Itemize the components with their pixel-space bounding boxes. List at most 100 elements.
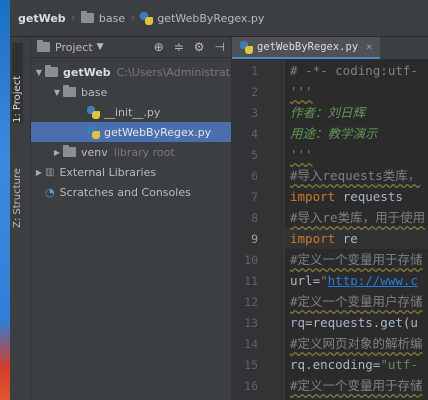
tree-item-annotation: library root (113, 145, 175, 159)
code-line: #导入re类库，用于使用 (290, 207, 425, 228)
project-panel-title[interactable]: Project (55, 41, 93, 54)
editor-tab-bar: getWebByRegex.py × (232, 37, 428, 59)
python-file-icon (140, 11, 154, 25)
keyword-token: import (290, 231, 343, 246)
project-icon (37, 40, 50, 52)
code-line: 作者：刘日辉 (290, 102, 365, 123)
navigation-bar: getWeb › base › getWebByRegex.py (10, 0, 428, 37)
line-number: 7 (251, 190, 258, 204)
line-number: 9 (251, 232, 258, 246)
python-file-icon (87, 125, 100, 139)
code-line: #定义一个变量用户存储 (290, 291, 423, 312)
code-area[interactable]: 1 2 3 4 5 6 7 8 9 10 11 12 13 14 15 16 # -*- coding:utf… (232, 60, 428, 400)
tree-item-scratches[interactable]: ◔ Scratches and Consoles (31, 182, 231, 202)
library-icon: ▥ (45, 166, 55, 178)
locate-icon[interactable]: ⊕ (154, 40, 164, 54)
tree-item-label: getWebByRegex.py (104, 125, 212, 139)
line-number: 3 (251, 106, 258, 120)
comment-token: #导入requests类库， (290, 168, 421, 183)
comment-token: #定义一个变量用于存储 (290, 252, 423, 267)
url-token[interactable]: http://www.c (328, 273, 418, 288)
code-line: ''' (290, 81, 313, 102)
tree-item-venv[interactable]: ▶ venv library root (31, 142, 231, 162)
line-number-gutter: 1 2 3 4 5 6 7 8 9 10 11 12 13 14 15 16 (232, 60, 285, 400)
editor-tab-label: getWebByRegex.py (257, 41, 359, 53)
tree-item-label: Scratches and Consoles (59, 185, 191, 199)
chevron-right-icon[interactable]: ▶ (33, 168, 45, 177)
chevron-down-icon[interactable]: ▼ (97, 42, 104, 52)
collapse-all-icon[interactable]: ≑ (174, 40, 184, 54)
line-number: 15 (244, 358, 258, 372)
identifier-token: rq.encoding= (290, 357, 381, 372)
breadcrumb-file[interactable]: getWebByRegex.py (157, 12, 264, 25)
code-line: # -*- coding:utf- (290, 60, 418, 81)
tree-item-base[interactable]: ▼ base (31, 82, 231, 102)
code-line: #定义一个变量用于存储 (290, 375, 423, 396)
line-number: 6 (251, 169, 258, 183)
project-panel-header: Project ▼ ⊕ ≑ ⚙ ⊣ (31, 37, 231, 58)
line-number: 2 (251, 85, 258, 99)
comment-token: #定义一个变量用户存储 (290, 294, 423, 309)
code-line: #导入requests类库， (290, 165, 420, 186)
chevron-right-icon[interactable]: ▶ (51, 148, 63, 157)
editor-tab[interactable]: getWebByRegex.py × (232, 37, 381, 59)
folder-icon (80, 11, 94, 23)
docstring-token: ''' (290, 84, 313, 99)
line-number: 11 (244, 274, 258, 288)
line-number: 16 (244, 379, 258, 393)
identifier-token: re (342, 231, 358, 246)
chevron-down-icon[interactable]: ▼ (33, 68, 45, 77)
project-tree: ▼ getWeb C:\Users\Administrat ▼ base __i… (31, 62, 231, 202)
scratches-icon: ◔ (45, 185, 55, 199)
docstring-token: 作者：刘日辉 (290, 105, 366, 120)
code-line: 用途：教学演示 (290, 123, 378, 144)
gear-icon[interactable]: ⚙ (194, 40, 205, 54)
tree-item-getwebbyregex[interactable]: getWebByRegex.py (31, 122, 231, 142)
code-editor: getWebByRegex.py × 1 2 3 4 5 6 7 8 9 10 11 12 13 14 15… (231, 37, 428, 400)
folder-icon (45, 65, 58, 77)
python-file-icon (240, 40, 253, 54)
breadcrumb-separator: › (130, 10, 136, 26)
tree-item-init[interactable]: __init__.py (31, 102, 231, 122)
line-number: 5 (251, 148, 258, 162)
line-number: 10 (244, 253, 258, 267)
code-line: ''' (290, 144, 313, 165)
code-line: #定义网页对象的解析编 (290, 333, 423, 354)
docstring-token: ''' (290, 147, 313, 162)
tree-item-getweb[interactable]: ▼ getWeb C:\Users\Administrat (31, 62, 231, 82)
tree-item-external-libraries[interactable]: ▶ ▥ External Libraries (31, 162, 231, 182)
tree-item-label: getWeb (63, 65, 111, 79)
hide-icon[interactable]: ⊣ (215, 40, 225, 54)
python-file-icon (87, 105, 100, 119)
string-token: "utf- (380, 357, 418, 372)
code-line: url="http://www.c (290, 270, 418, 291)
tab-project[interactable]: 1: Project (12, 43, 23, 123)
line-number: 13 (244, 316, 258, 330)
code-line: rq=requests.get(u (290, 312, 418, 333)
comment-token: #导入re类库，用于使用 (290, 210, 426, 225)
identifier-token: url= (290, 273, 321, 288)
line-number: 12 (244, 295, 258, 309)
line-number: 8 (251, 211, 258, 225)
tree-item-label: venv (81, 145, 108, 159)
code-token: rq=requests.get(u (290, 315, 418, 330)
line-number: 14 (244, 337, 258, 351)
code-line: import requests (290, 186, 403, 207)
breadcrumb-separator: › (70, 10, 76, 26)
breadcrumb-project[interactable]: getWeb (18, 12, 66, 25)
code-line: import re (290, 228, 358, 249)
close-icon[interactable]: × (366, 41, 372, 53)
tree-item-label: External Libraries (59, 165, 157, 179)
comment-token: #定义网页对象的解析编 (290, 336, 423, 351)
project-panel: Project ▼ ⊕ ≑ ⚙ ⊣ ▼ getWeb C:\Users\Admi… (31, 37, 231, 400)
comment-token: #定义一个变量用于存储 (290, 378, 423, 393)
chevron-down-icon[interactable]: ▼ (51, 88, 63, 97)
keyword-token: import (290, 189, 343, 204)
breadcrumb: getWeb › base › getWebByRegex.py (18, 11, 264, 26)
code-line: rq.encoding="utf- (290, 354, 418, 375)
breadcrumb-folder[interactable]: base (99, 12, 125, 25)
tool-window-side-bar: 1: Project Z: Structure (10, 37, 31, 400)
tab-structure[interactable]: Z: Structure (12, 143, 23, 228)
tree-item-label: __init__.py (104, 105, 161, 119)
tree-item-label: base (81, 85, 108, 99)
